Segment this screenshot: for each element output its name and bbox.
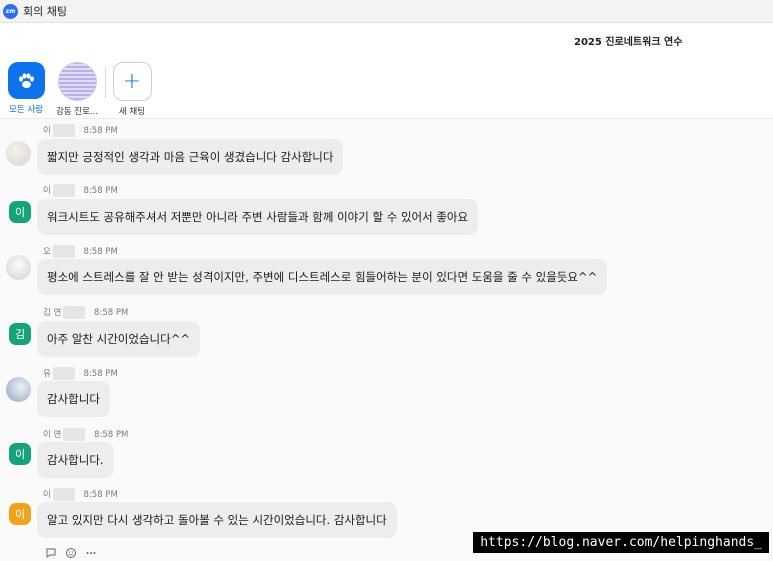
chip-new-chat-label: 새 채팅	[118, 107, 146, 117]
plus-icon: +	[112, 62, 152, 101]
avatar[interactable]: 이	[9, 503, 31, 525]
avatar[interactable]	[6, 255, 31, 280]
window-titlebar: zm 회의 채팅	[0, 0, 773, 23]
chip-group-chat[interactable]: 강동 진로...	[48, 62, 106, 117]
message-meta: 이 연 8:58 PM	[43, 428, 128, 441]
chip-everyone[interactable]: 모든 사람	[0, 62, 55, 115]
message-time: 8:58 PM	[83, 490, 118, 500]
message-time: 8:58 PM	[83, 247, 118, 257]
chip-new-chat[interactable]: + 새 채팅	[103, 62, 161, 117]
message-time: 8:58 PM	[83, 126, 118, 136]
redacted-name	[63, 306, 86, 319]
redacted-name	[52, 245, 75, 258]
avatar[interactable]	[6, 377, 31, 402]
chat-target-bar: 모든 사람 강동 진로... + 새 채팅	[0, 62, 773, 117]
message-meta: 김 연 8:58 PM	[43, 306, 128, 319]
zoom-app-icon: zm	[3, 3, 18, 19]
sender-name: 김 연	[43, 308, 62, 318]
message-actions	[45, 547, 97, 559]
message-bubble[interactable]: 감사합니다.	[37, 442, 114, 478]
sender-name: 이 연	[43, 430, 62, 440]
sender-name: 이	[43, 490, 51, 500]
redacted-name	[52, 124, 75, 137]
chip-divider	[105, 68, 106, 98]
avatar[interactable]: 이	[9, 201, 31, 223]
message-bubble[interactable]: 워크시트도 공유해주셔서 저뿐만 아니라 주변 사람들과 함께 이야기 할 수 …	[37, 199, 479, 235]
message-bubble[interactable]: 아주 알찬 시간이었습니다^^	[37, 321, 200, 357]
message-meta: 이 8:58 PM	[43, 124, 118, 137]
redacted-name	[52, 488, 75, 501]
chat-message-list[interactable]: 이 8:58 PM 짧지만 긍정적인 생각과 마음 근육이 생겼습니다 감사합니…	[0, 118, 773, 561]
blog-watermark: https://blog.naver.com/helpinghands_	[473, 532, 769, 553]
avatar[interactable]: 이	[9, 443, 31, 465]
message-meta: 이 8:58 PM	[43, 488, 118, 501]
sender-name: 오	[43, 247, 51, 257]
message-time: 8:58 PM	[94, 430, 129, 440]
message-time: 8:58 PM	[83, 369, 118, 379]
chip-group-label: 강동 진로...	[55, 107, 99, 117]
meeting-title: 2025 진로네트워크 연수	[574, 37, 683, 48]
redacted-name	[52, 184, 75, 197]
message-bubble[interactable]: 평소에 스트레스를 잘 안 받는 성격이지만, 주변에 디스트레스로 힘들어하는…	[37, 259, 608, 295]
message-meta: 오 8:58 PM	[43, 245, 118, 258]
paw-icon	[7, 62, 45, 99]
window-title: 회의 채팅	[23, 5, 67, 18]
redacted-name	[52, 367, 75, 380]
more-options-icon[interactable]	[85, 547, 97, 559]
chip-everyone-label: 모든 사람	[9, 105, 43, 115]
redacted-name	[63, 428, 86, 441]
avatar[interactable]: 김	[9, 323, 31, 345]
message-meta: 유 8:58 PM	[43, 367, 118, 380]
group-avatar	[57, 62, 97, 101]
message-bubble[interactable]: 알고 있지만 다시 생각하고 돌아볼 수 있는 시간이었습니다. 감사합니다	[37, 502, 397, 538]
message-bubble[interactable]: 감사합니다	[37, 381, 110, 417]
avatar[interactable]	[6, 141, 31, 166]
reply-icon[interactable]	[45, 547, 57, 559]
sender-name: 유	[43, 369, 51, 379]
message-bubble[interactable]: 짧지만 긍정적인 생각과 마음 근육이 생겼습니다 감사합니다	[37, 139, 344, 175]
message-time: 8:58 PM	[83, 186, 118, 196]
sender-name: 이	[43, 126, 51, 136]
message-meta: 이 8:58 PM	[43, 184, 118, 197]
message-time: 8:58 PM	[94, 308, 129, 318]
sender-name: 이	[43, 186, 51, 196]
emoji-reaction-icon[interactable]	[65, 547, 77, 559]
